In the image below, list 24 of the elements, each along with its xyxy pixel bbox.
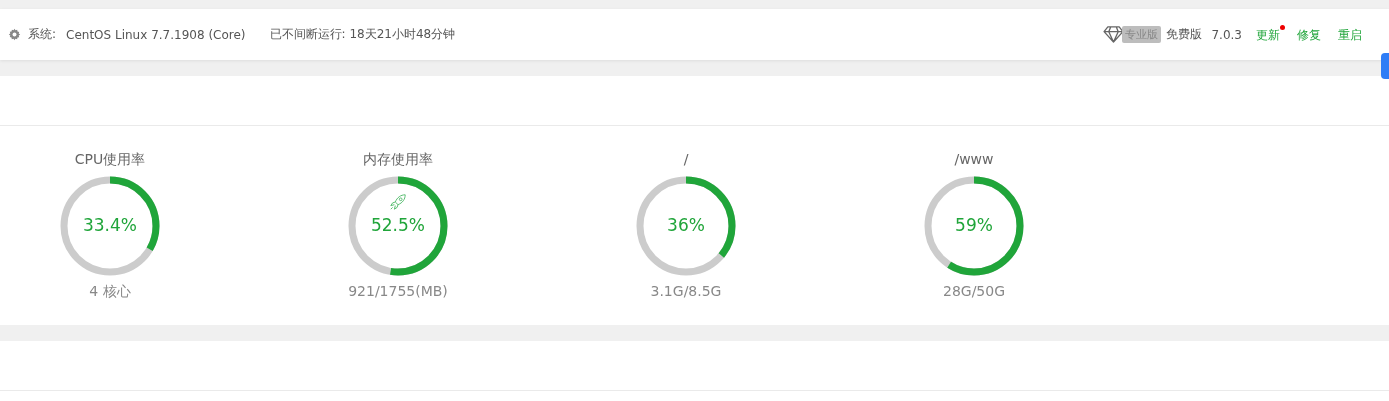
gauge-title: /www: [954, 151, 994, 169]
gauge-value: 36%: [666, 215, 706, 235]
gear-icon: [8, 28, 21, 41]
gauge-value: 59%: [954, 215, 994, 235]
gauge-value: 33.4%: [82, 215, 138, 235]
edition-text: 免费版: [1166, 26, 1203, 43]
gauge-value: 52.5%: [370, 215, 426, 235]
gauge-detail: 921/1755(MB): [348, 283, 448, 299]
gauge-detail: 3.1G/8.5G: [650, 283, 722, 299]
uptime-text: 已不间断运行: 18天21小时48分钟: [269, 26, 456, 43]
gauge-title: 内存使用率: [363, 151, 433, 169]
gauge-detail: 4 核心: [89, 283, 131, 301]
version-text: 7.0.3: [1211, 27, 1242, 42]
system-label: 系统:: [28, 26, 57, 43]
header-link[interactable]: 更新: [1256, 25, 1285, 44]
system-value: CentOS Linux 7.7.1908 (Core): [66, 27, 246, 42]
header-link[interactable]: 重启: [1338, 25, 1367, 44]
rocket-icon: [389, 193, 407, 211]
gauge-title: CPU使用率: [74, 151, 146, 169]
gauge-title: /: [683, 151, 689, 169]
header-link[interactable]: 修复: [1297, 25, 1326, 44]
gauge-detail: 28G/50G: [942, 283, 1005, 299]
side-tab[interactable]: [1381, 53, 1389, 79]
diamond-icon: [1103, 26, 1125, 43]
